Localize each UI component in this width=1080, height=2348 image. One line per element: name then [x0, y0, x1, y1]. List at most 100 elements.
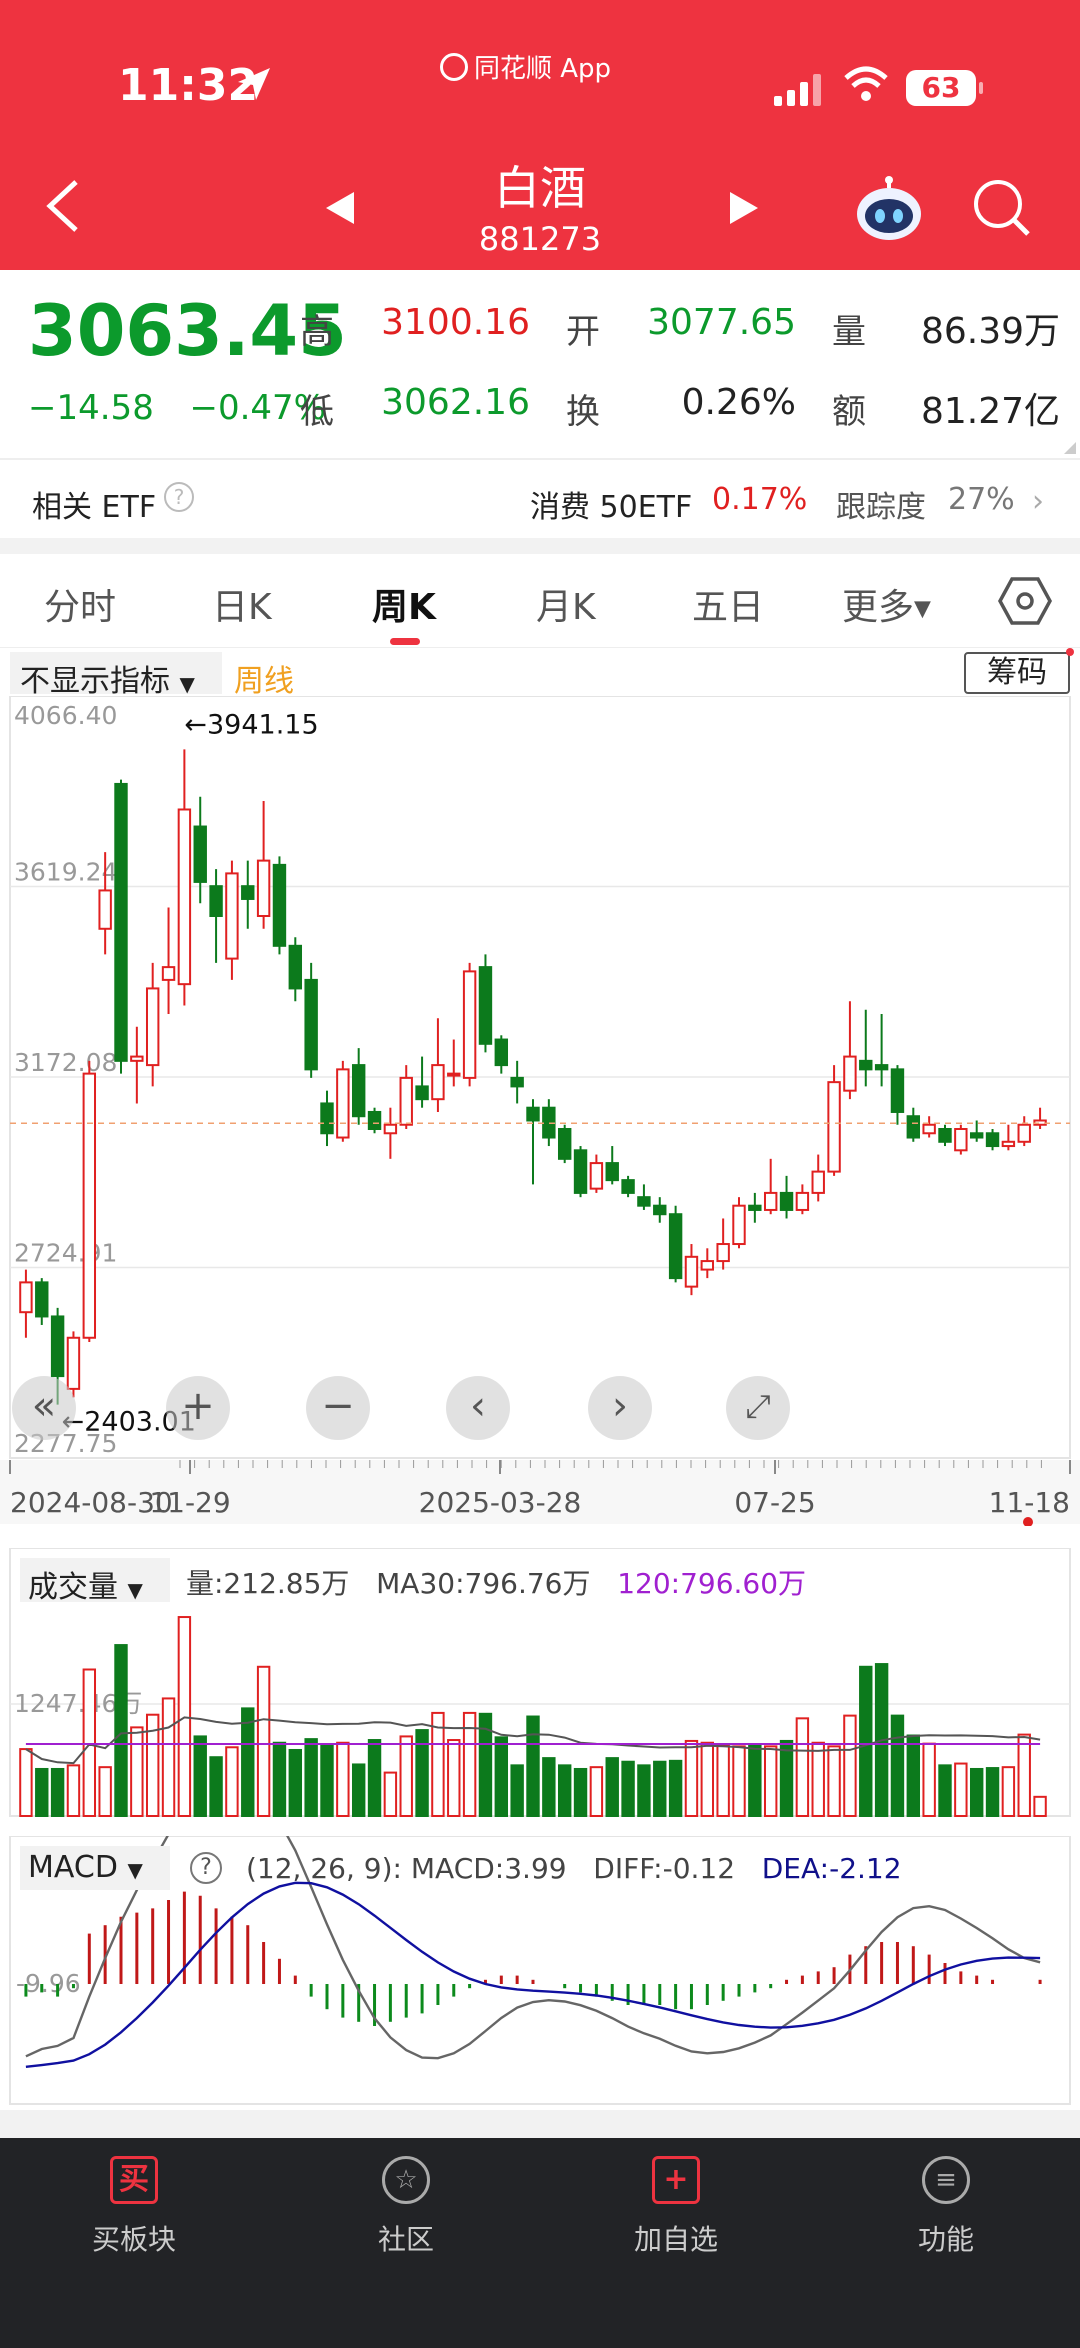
candle	[621, 1179, 635, 1194]
volume-bar	[241, 1707, 255, 1818]
settings-hexagon-icon[interactable]	[998, 576, 1052, 626]
buy-sector-button[interactable]: 买 买板块	[54, 2156, 214, 2258]
x-tick-label: 07-25	[734, 1486, 815, 1519]
volume-bar	[795, 1717, 810, 1817]
tracking-label: 跟踪度	[836, 490, 926, 525]
caret-down-icon: ▼	[127, 1578, 143, 1602]
chip-distribution-button[interactable]: 筹码	[964, 652, 1070, 694]
volume-bar	[637, 1764, 651, 1817]
volume-bar	[114, 1644, 128, 1817]
ai-assistant-robot-icon[interactable]	[854, 176, 924, 242]
open-label: 开	[566, 312, 600, 352]
volume-bar	[209, 1756, 223, 1817]
candle	[177, 808, 192, 986]
tab-more[interactable]: 更多▼	[842, 578, 931, 630]
section-gap	[0, 2110, 1080, 2138]
volume-bar	[272, 1741, 287, 1818]
functions-button[interactable]: ≡ 功能	[866, 2156, 1026, 2258]
amount-label: 额	[832, 392, 866, 432]
zoom-in-button[interactable]: +	[166, 1376, 230, 1440]
y-tick-label: 4066.40	[14, 701, 117, 730]
volume-select-label: 成交量	[28, 1570, 118, 1605]
volume-bar	[1001, 1766, 1016, 1818]
tab-more-label: 更多	[842, 587, 915, 628]
section-gap	[0, 538, 1080, 554]
volume-bar	[288, 1748, 303, 1817]
volume-value: 86.39万	[920, 311, 1060, 352]
related-etf-row[interactable]: 相关 ETF ? 消费 50ETF 0.17% 跟踪度 27% ›	[0, 460, 1080, 538]
candle	[557, 1128, 572, 1160]
candle	[859, 1059, 873, 1071]
volume-bar	[763, 1745, 778, 1817]
candle	[668, 1213, 683, 1280]
price-change: −14.58 −0.47%	[28, 388, 326, 428]
volume-bar	[700, 1741, 715, 1818]
volume-bar	[367, 1739, 382, 1818]
tab-weekly-k[interactable]: 周K	[372, 578, 436, 630]
max-annotation: ←3941.15	[184, 709, 318, 740]
macd-params: (12, 26, 9):	[246, 1852, 402, 1885]
volume-bar	[225, 1746, 239, 1817]
fullscreen-button[interactable]: ⤢	[726, 1376, 790, 1440]
volume-bar	[542, 1757, 556, 1817]
search-icon[interactable]	[970, 176, 1034, 240]
macd-dea: DEA:-2.12	[761, 1852, 902, 1885]
turnover-label: 换	[566, 392, 600, 432]
volume-bar	[193, 1735, 207, 1817]
low-value: 3062.16	[381, 382, 530, 423]
kline-chart[interactable]: 4066.403619.243172.082724.912277.75←3941…	[0, 696, 1080, 1526]
candle	[494, 1038, 509, 1067]
macd-indicator-select[interactable]: MACD ▼	[20, 1846, 170, 1890]
volume-bar	[969, 1767, 984, 1817]
volume-bar	[19, 1748, 33, 1817]
volume-bar	[716, 1744, 730, 1818]
community-button[interactable]: ☆ 社区	[326, 2156, 486, 2258]
candle	[526, 1106, 540, 1122]
candle	[336, 1068, 350, 1139]
volume-bar	[843, 1714, 857, 1817]
help-icon[interactable]: ?	[190, 1852, 222, 1884]
volume-bar	[383, 1771, 398, 1818]
volume-bar	[399, 1735, 413, 1817]
volume-bar	[1017, 1733, 1031, 1817]
candle	[304, 978, 318, 1071]
candle	[82, 1072, 97, 1339]
candle	[351, 1064, 366, 1118]
expand-corner-icon[interactable]	[1064, 442, 1076, 454]
volume-bar	[557, 1764, 572, 1817]
candle	[161, 966, 176, 981]
candle	[653, 1204, 667, 1216]
tab-daily-k[interactable]: 日K	[212, 578, 272, 630]
candle	[256, 859, 271, 917]
last-price: 3063.45	[28, 290, 347, 372]
tab-five-day[interactable]: 五日	[692, 578, 764, 630]
caret-down-icon: ▼	[127, 1858, 143, 1882]
indicator-select[interactable]: 不显示指标 ▼	[10, 652, 222, 699]
turnover-value: 0.26%	[681, 382, 796, 423]
next-stock-icon[interactable]	[726, 188, 762, 228]
scroll-left-button[interactable]: ‹	[446, 1376, 510, 1440]
candle	[906, 1115, 921, 1139]
volume-bar	[906, 1734, 921, 1817]
period-tabs: 分时 日K 周K 月K 五日 更多▼	[0, 554, 1080, 648]
volume-indicator-select[interactable]: 成交量 ▼	[20, 1558, 170, 1605]
return-to-app-label[interactable]: 同花顺 App	[440, 48, 611, 85]
candle	[843, 1055, 857, 1092]
tab-intraday[interactable]: 分时	[44, 578, 116, 630]
wifi-icon	[844, 66, 888, 101]
volume-bar	[526, 1715, 540, 1818]
candle	[1001, 1140, 1016, 1148]
functions-label: 功能	[917, 2223, 974, 2256]
candle	[431, 1064, 445, 1101]
zoom-out-button[interactable]: −	[306, 1376, 370, 1440]
volume-bar	[256, 1665, 271, 1817]
volume-bar	[98, 1766, 112, 1818]
help-icon[interactable]: ?	[164, 482, 194, 512]
candle	[795, 1191, 810, 1211]
collapse-chart-button[interactable]: «	[12, 1376, 76, 1440]
volume-bar	[954, 1762, 968, 1817]
add-watchlist-button[interactable]: + 加自选	[596, 2156, 756, 2258]
tab-monthly-k[interactable]: 月K	[536, 578, 596, 630]
scroll-right-button[interactable]: ›	[588, 1376, 652, 1440]
tracking-value: 27%	[948, 482, 1015, 517]
